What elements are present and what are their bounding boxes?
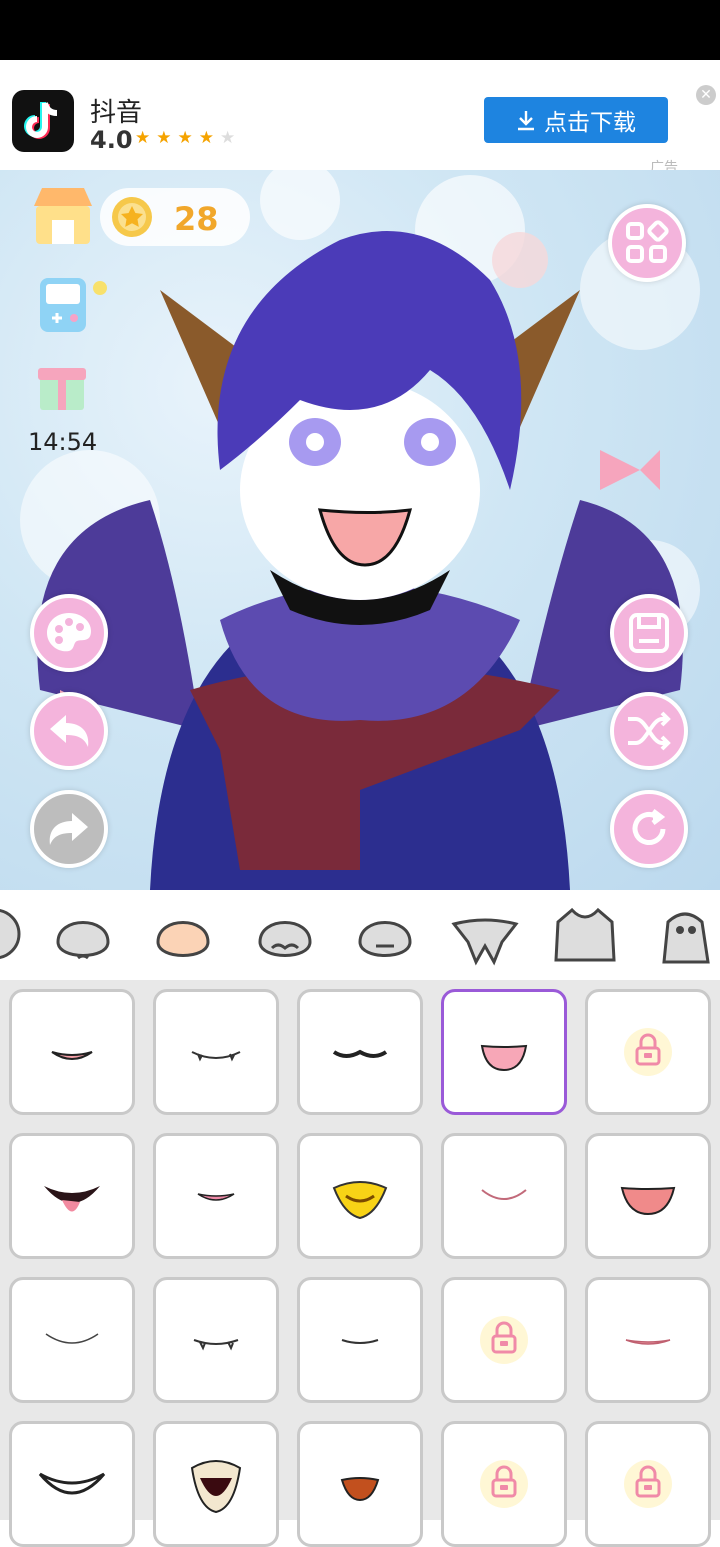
category-mustache-icon[interactable] [250, 902, 320, 968]
lock-icon [624, 1460, 672, 1508]
time-display: 14:54 [28, 428, 98, 456]
download-icon [518, 111, 534, 131]
locked-mouth-item[interactable] [441, 1421, 567, 1547]
coin-icon [112, 197, 152, 237]
category-skin-icon[interactable] [148, 902, 218, 968]
download-button[interactable]: 点击下载 [484, 97, 668, 143]
mouth-item[interactable] [297, 1277, 423, 1403]
download-label: 点击下载 [544, 110, 636, 136]
mouth-item[interactable] [153, 1133, 279, 1259]
mouth-item[interactable] [441, 1133, 567, 1259]
open-fang-icon [480, 1044, 528, 1072]
grid-icon [626, 220, 669, 263]
fang-line-icon [193, 1339, 239, 1351]
undo-icon [50, 715, 89, 747]
shuffle-button[interactable] [610, 692, 688, 770]
coin-count: 28 [174, 200, 219, 238]
mouth-item[interactable] [297, 1421, 423, 1547]
category-bar [0, 890, 720, 980]
grid-menu-button[interactable] [608, 204, 686, 282]
mouth-item[interactable] [297, 989, 423, 1115]
gift-icon[interactable] [36, 354, 88, 414]
big-beak-icon [190, 1460, 242, 1514]
redo-icon [49, 813, 88, 845]
mouth-item[interactable] [585, 1133, 711, 1259]
mouth-item[interactable] [441, 989, 567, 1115]
category-partial-icon[interactable] [0, 902, 30, 968]
mouth-item[interactable] [153, 989, 279, 1115]
fang-smile-icon [191, 1051, 241, 1062]
item-grid [0, 980, 720, 1547]
palette-button[interactable] [30, 594, 108, 672]
ad-banner[interactable]: 抖音 4.0 ★★★★★ 点击下载 ✕ 广告 [0, 60, 720, 176]
open-grin-icon [620, 1186, 676, 1216]
mustache-smile-icon [332, 1049, 388, 1058]
coin-counter: 28 [100, 188, 250, 246]
undo-button[interactable] [30, 692, 108, 770]
lock-icon [480, 1316, 528, 1364]
category-head-icon[interactable] [48, 902, 118, 968]
mouth-item[interactable] [9, 1277, 135, 1403]
soft-smile-icon [481, 1189, 527, 1200]
lock-icon [480, 1460, 528, 1508]
mouth-item[interactable] [153, 1421, 279, 1547]
locked-mouth-item[interactable] [585, 989, 711, 1115]
ad-app-name: 抖音 [90, 98, 143, 128]
thin-smile-icon [45, 1333, 99, 1344]
mouth-item[interactable] [153, 1277, 279, 1403]
mouth-item[interactable] [9, 1421, 135, 1547]
category-creature-icon[interactable] [650, 902, 720, 968]
locked-mouth-item[interactable] [441, 1277, 567, 1403]
status-bar [0, 0, 720, 60]
beak-icon [332, 1181, 388, 1220]
mouth-item[interactable] [297, 1133, 423, 1259]
shuffle-icon [628, 711, 671, 751]
category-face-icon[interactable] [350, 902, 420, 968]
tiktok-logo-icon [12, 90, 74, 152]
shop-icon[interactable] [30, 182, 96, 248]
mouth-item[interactable] [9, 1133, 135, 1259]
game-console-icon[interactable] [36, 274, 110, 334]
category-shirt-icon[interactable] [550, 902, 620, 968]
monster-tongue-icon [44, 1186, 100, 1212]
ad-rating: 4.0 [90, 126, 133, 154]
redo-button[interactable] [30, 790, 108, 868]
save-icon [629, 613, 669, 653]
lock-icon [624, 1028, 672, 1076]
close-icon[interactable]: ✕ [696, 85, 716, 105]
star-rating-icons: ★★★★★ [135, 128, 242, 148]
pink-line-icon [625, 1339, 671, 1345]
palette-icon [47, 613, 91, 652]
mouth-item[interactable] [9, 989, 135, 1115]
category-wings-icon[interactable] [450, 902, 520, 968]
character-scene: 28 14:54 [0, 170, 720, 890]
refresh-icon [632, 809, 666, 845]
locked-mouth-item[interactable] [585, 1421, 711, 1547]
save-button[interactable] [610, 594, 688, 672]
open-mouth-icon [340, 1477, 380, 1502]
pink-smile-icon [197, 1193, 235, 1201]
wide-grin-icon [38, 1472, 106, 1495]
small-smile-icon [341, 1339, 379, 1344]
smile-teeth-icon [51, 1051, 93, 1060]
mouth-item[interactable] [585, 1277, 711, 1403]
reset-button[interactable] [610, 790, 688, 868]
